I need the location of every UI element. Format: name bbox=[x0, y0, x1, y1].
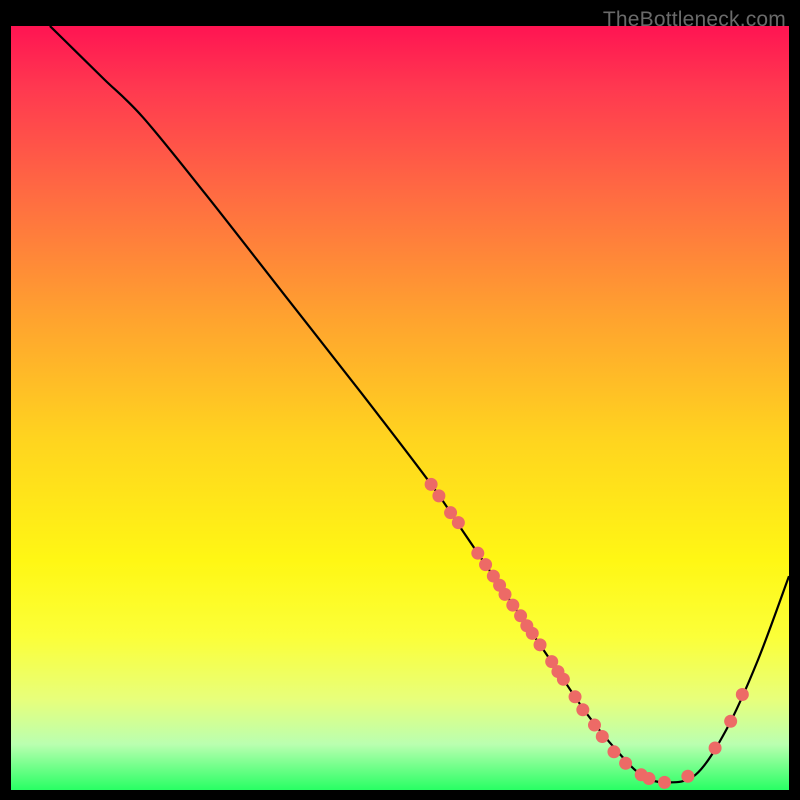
data-dot bbox=[642, 772, 655, 785]
data-dot bbox=[452, 516, 465, 529]
data-dot bbox=[526, 627, 539, 640]
chart-plot-area bbox=[11, 26, 789, 790]
data-dot bbox=[596, 730, 609, 743]
data-dot bbox=[709, 741, 722, 754]
data-dot bbox=[534, 638, 547, 651]
data-dot bbox=[557, 673, 570, 686]
data-dot bbox=[736, 688, 749, 701]
chart-frame: TheBottleneck.com bbox=[8, 6, 792, 792]
data-dot bbox=[607, 745, 620, 758]
data-dot bbox=[479, 558, 492, 571]
data-dot bbox=[425, 478, 438, 491]
data-dot bbox=[619, 757, 632, 770]
data-dot bbox=[432, 489, 445, 502]
bottleneck-curve bbox=[50, 26, 789, 782]
data-dots bbox=[425, 478, 749, 789]
data-dot bbox=[576, 703, 589, 716]
data-dot bbox=[588, 719, 601, 732]
chart-svg bbox=[11, 26, 789, 790]
data-dot bbox=[499, 588, 512, 601]
data-dot bbox=[506, 599, 519, 612]
data-dot bbox=[658, 776, 671, 789]
data-dot bbox=[681, 770, 694, 783]
data-dot bbox=[569, 690, 582, 703]
data-dot bbox=[724, 715, 737, 728]
data-dot bbox=[471, 547, 484, 560]
